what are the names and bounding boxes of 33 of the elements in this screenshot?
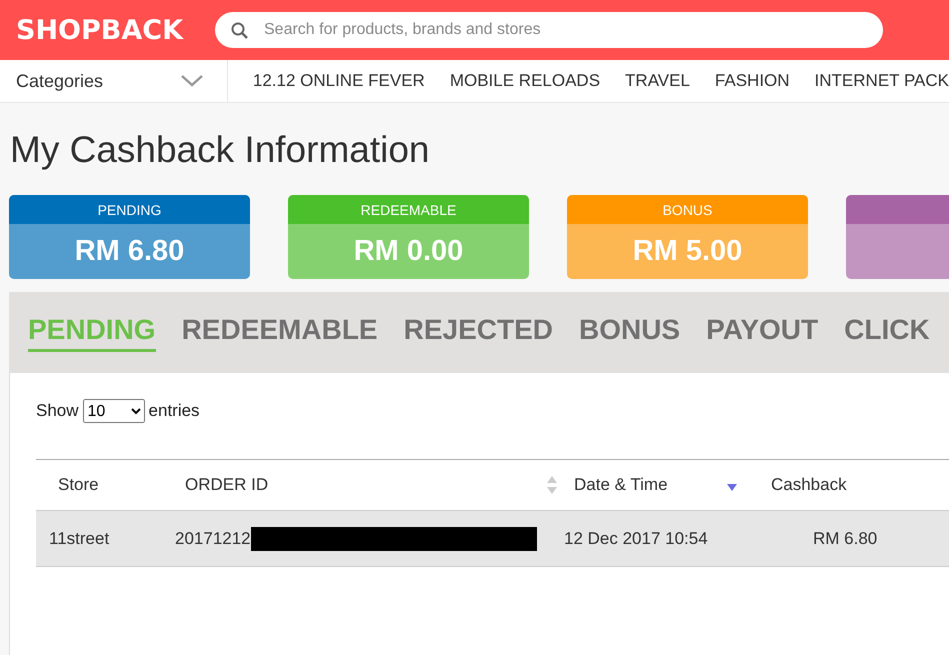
column-header[interactable]: ORDER ID [185, 475, 268, 495]
show-label: Show [36, 401, 79, 421]
table-cell: 12 Dec 2017 10:54 [564, 528, 708, 548]
card-header: BONUS [567, 195, 808, 224]
tab[interactable]: PAYOUT [706, 314, 818, 352]
tab[interactable]: REJECTED [404, 314, 553, 352]
column-header[interactable]: Date & Time [574, 475, 668, 495]
card-header: PENDING [9, 195, 250, 224]
categories-dropdown[interactable]: Categories [0, 60, 228, 102]
table-cell: RM 6.80 [813, 528, 878, 548]
search-icon [231, 22, 248, 38]
tab[interactable]: CLICK [844, 314, 930, 352]
page-title: My Cashback Information [9, 128, 431, 169]
search-field[interactable]: Search for products, brands and stores [262, 20, 883, 40]
column-header[interactable]: Cashback [771, 475, 847, 495]
nav-link[interactable]: MOBILE RELOADS [450, 71, 600, 91]
tab[interactable]: BONUS [578, 314, 680, 352]
tab[interactable]: REDEEMABLE [182, 314, 378, 352]
entries-label: entries [148, 401, 200, 421]
card-header: REDEEMABLE [288, 195, 529, 224]
nav-link[interactable]: TRAVEL [625, 71, 690, 91]
entries-select[interactable]: 10 [82, 399, 145, 423]
column-header[interactable]: Store [58, 475, 99, 495]
card-amount: RM 0.00 [354, 235, 464, 268]
card-amount: RM 5.00 [632, 235, 742, 268]
card-amount: RM 6.80 [74, 235, 184, 268]
search-bar[interactable]: Search for products, brands and stores [215, 12, 883, 48]
nav-link[interactable]: INTERNET PACK [814, 71, 949, 91]
chevron-down-icon [180, 75, 203, 87]
table-cell: 20171212 [175, 528, 251, 548]
table-cell: 11street [49, 528, 110, 548]
nav-link[interactable]: 12.12 ONLINE FEVER [252, 71, 425, 91]
nav-link[interactable]: FASHION [714, 71, 790, 91]
